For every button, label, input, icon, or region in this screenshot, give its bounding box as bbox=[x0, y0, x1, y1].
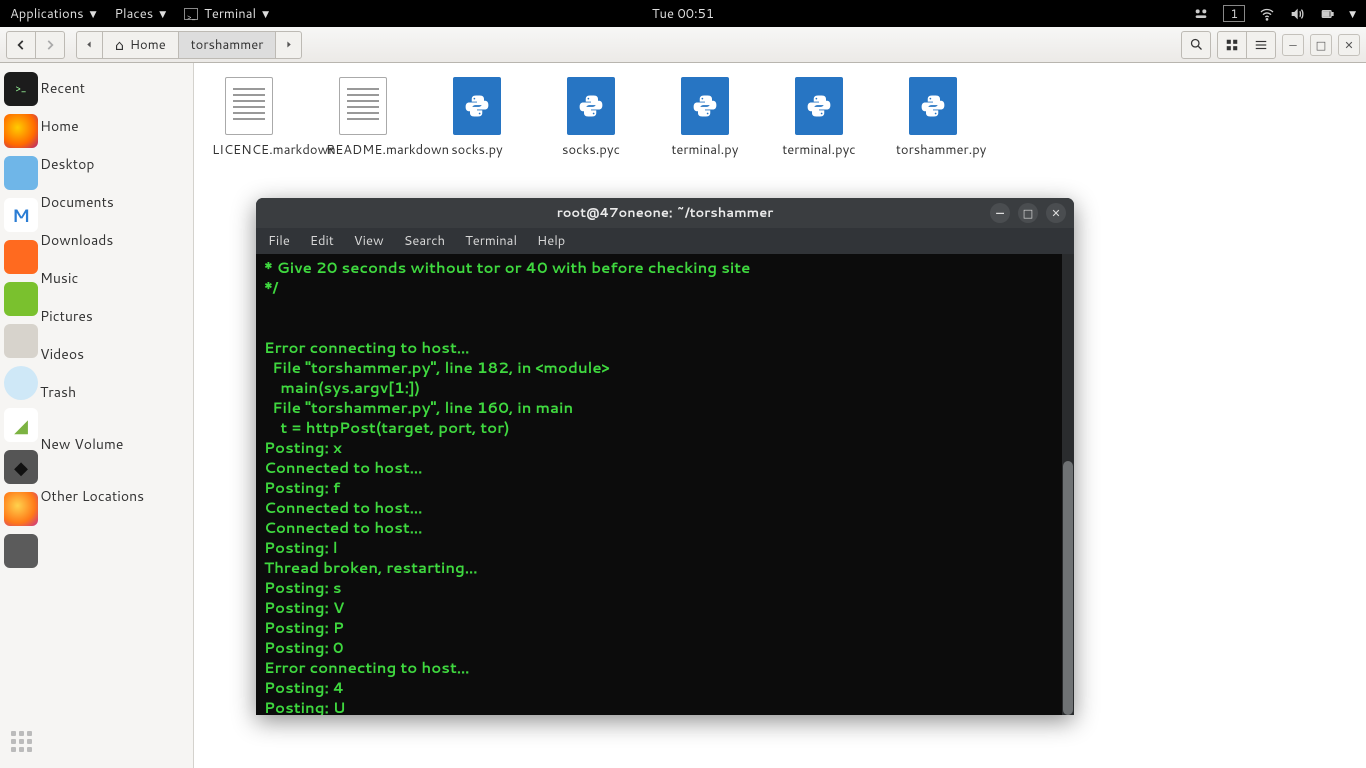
sidebar-item-label: Other Locations bbox=[40, 486, 144, 506]
terminal-menu-file[interactable]: File bbox=[268, 232, 290, 250]
view-menu-button[interactable] bbox=[1246, 31, 1276, 59]
window-minimize-button[interactable]: — bbox=[1282, 34, 1304, 56]
terminal-maximize-button[interactable]: □ bbox=[1018, 203, 1038, 223]
terminal-menubar: File Edit View Search Terminal Help bbox=[256, 228, 1074, 254]
file-item[interactable]: socks.pyc bbox=[554, 77, 628, 159]
back-button[interactable] bbox=[6, 31, 36, 59]
sidebar-item-label: Desktop bbox=[40, 154, 94, 174]
file-manager-toolbar: ⌂ Home torshammer — □ ✕ bbox=[0, 27, 1366, 63]
file-label: LICENCE.markdown bbox=[212, 141, 286, 159]
file-item[interactable]: terminal.py bbox=[668, 77, 742, 159]
terminal-app-menu[interactable]: >_ Terminal ▼ bbox=[184, 5, 269, 23]
volume-icon[interactable] bbox=[1289, 6, 1305, 22]
terminal-menu-help[interactable]: Help bbox=[537, 232, 565, 250]
sidebar-item-label: Documents bbox=[40, 192, 114, 212]
path-current[interactable]: torshammer bbox=[178, 31, 277, 59]
sidebar-item-label: Home bbox=[40, 116, 79, 136]
places-menu[interactable]: Places ▼ bbox=[115, 5, 167, 23]
chevron-down-icon[interactable]: ▼ bbox=[1349, 7, 1356, 20]
launcher-dock: >_ M ◢ ◆ bbox=[4, 72, 42, 568]
file-label: README.markdown bbox=[326, 141, 400, 159]
terminal-scrollbar[interactable] bbox=[1062, 254, 1074, 715]
terminal-menu-view[interactable]: View bbox=[354, 232, 384, 250]
view-grid-button[interactable] bbox=[1217, 31, 1247, 59]
python-icon bbox=[453, 77, 501, 135]
applications-label: Applications bbox=[10, 5, 84, 23]
sidebar-item-label: New Volume bbox=[40, 434, 123, 454]
file-item[interactable]: socks.py bbox=[440, 77, 514, 159]
gnome-top-bar: Applications ▼ Places ▼ >_ Terminal ▼ Tu… bbox=[0, 0, 1366, 27]
file-label: terminal.py bbox=[668, 141, 742, 159]
terminal-menu-search[interactable]: Search bbox=[404, 232, 445, 250]
sidebar-item-label: Pictures bbox=[40, 306, 93, 326]
chevron-down-icon: ▼ bbox=[159, 7, 166, 20]
dock-app-chromium[interactable] bbox=[4, 366, 38, 400]
file-item[interactable]: terminal.pyc bbox=[782, 77, 856, 159]
python-icon bbox=[909, 77, 957, 135]
sidebar-item-label: Downloads bbox=[40, 230, 113, 250]
terminal-scroll-thumb[interactable] bbox=[1063, 461, 1073, 715]
chevron-down-icon: ▼ bbox=[90, 7, 97, 20]
dock-app-terminal[interactable]: >_ bbox=[4, 72, 38, 106]
wifi-icon[interactable] bbox=[1259, 6, 1275, 22]
terminal-minimize-button[interactable]: — bbox=[990, 203, 1010, 223]
python-icon bbox=[681, 77, 729, 135]
breadcrumb: ⌂ Home torshammer bbox=[77, 31, 302, 59]
dock-app-firefox2[interactable] bbox=[4, 492, 38, 526]
applications-menu[interactable]: Applications ▼ bbox=[10, 5, 97, 23]
terminal-window: root@47oneone: ~/torshammer — □ ✕ File E… bbox=[256, 198, 1074, 715]
show-apps-button[interactable] bbox=[4, 724, 38, 758]
python-icon bbox=[795, 77, 843, 135]
chevron-down-icon: ▼ bbox=[262, 7, 269, 20]
sidebar-item-label: Videos bbox=[40, 344, 84, 364]
dock-app-burp[interactable] bbox=[4, 240, 38, 274]
path-home-label: Home bbox=[130, 36, 166, 54]
dock-app-firefox[interactable] bbox=[4, 114, 38, 148]
places-label: Places bbox=[115, 5, 154, 23]
file-label: socks.py bbox=[440, 141, 514, 159]
sidebar-item-label: Recent bbox=[40, 78, 85, 98]
dock-app-metasploit[interactable]: M bbox=[4, 198, 38, 232]
path-next-button[interactable] bbox=[275, 31, 302, 59]
window-close-button[interactable]: ✕ bbox=[1338, 34, 1360, 56]
terminal-menu-label: Terminal bbox=[204, 5, 256, 23]
terminal-title: root@47oneone: ~/torshammer bbox=[557, 204, 774, 222]
python-icon bbox=[567, 77, 615, 135]
dock-app-android[interactable]: ◢ bbox=[4, 408, 38, 442]
file-label: socks.pyc bbox=[554, 141, 628, 159]
dock-app-pad[interactable] bbox=[4, 282, 38, 316]
sidebar-item-label: Music bbox=[40, 268, 78, 288]
terminal-menu-edit[interactable]: Edit bbox=[310, 232, 334, 250]
home-icon: ⌂ bbox=[115, 35, 124, 55]
search-button[interactable] bbox=[1181, 31, 1211, 59]
path-prev-button[interactable] bbox=[76, 31, 103, 59]
terminal-titlebar[interactable]: root@47oneone: ~/torshammer — □ ✕ bbox=[256, 198, 1074, 228]
screencast-icon[interactable] bbox=[1193, 6, 1209, 22]
file-item[interactable]: torshammer.py bbox=[896, 77, 970, 159]
document-icon bbox=[339, 77, 387, 135]
path-current-label: torshammer bbox=[191, 36, 264, 54]
window-maximize-button[interactable]: □ bbox=[1310, 34, 1332, 56]
dock-app-disk[interactable] bbox=[4, 324, 38, 358]
forward-button[interactable] bbox=[35, 31, 65, 59]
path-home[interactable]: ⌂ Home bbox=[102, 31, 179, 59]
sidebar-item-label: Trash bbox=[40, 382, 76, 402]
terminal-close-button[interactable]: ✕ bbox=[1046, 203, 1066, 223]
terminal-menu-terminal[interactable]: Terminal bbox=[465, 232, 517, 250]
terminal-output[interactable]: * Give 20 seconds without tor or 40 with… bbox=[256, 254, 1074, 715]
battery-icon[interactable] bbox=[1319, 6, 1335, 22]
file-item[interactable]: README.markdown bbox=[326, 77, 400, 159]
dock-app-files[interactable] bbox=[4, 156, 38, 190]
clock[interactable]: Tue 00:51 bbox=[652, 5, 714, 23]
file-label: terminal.pyc bbox=[782, 141, 856, 159]
document-icon bbox=[225, 77, 273, 135]
dock-app-generic[interactable] bbox=[4, 534, 38, 568]
file-item[interactable]: LICENCE.markdown bbox=[212, 77, 286, 159]
dock-app-inkscape[interactable]: ◆ bbox=[4, 450, 38, 484]
file-label: torshammer.py bbox=[896, 141, 970, 159]
workspace-indicator[interactable]: 1 bbox=[1223, 5, 1245, 22]
terminal-icon: >_ bbox=[184, 8, 198, 20]
